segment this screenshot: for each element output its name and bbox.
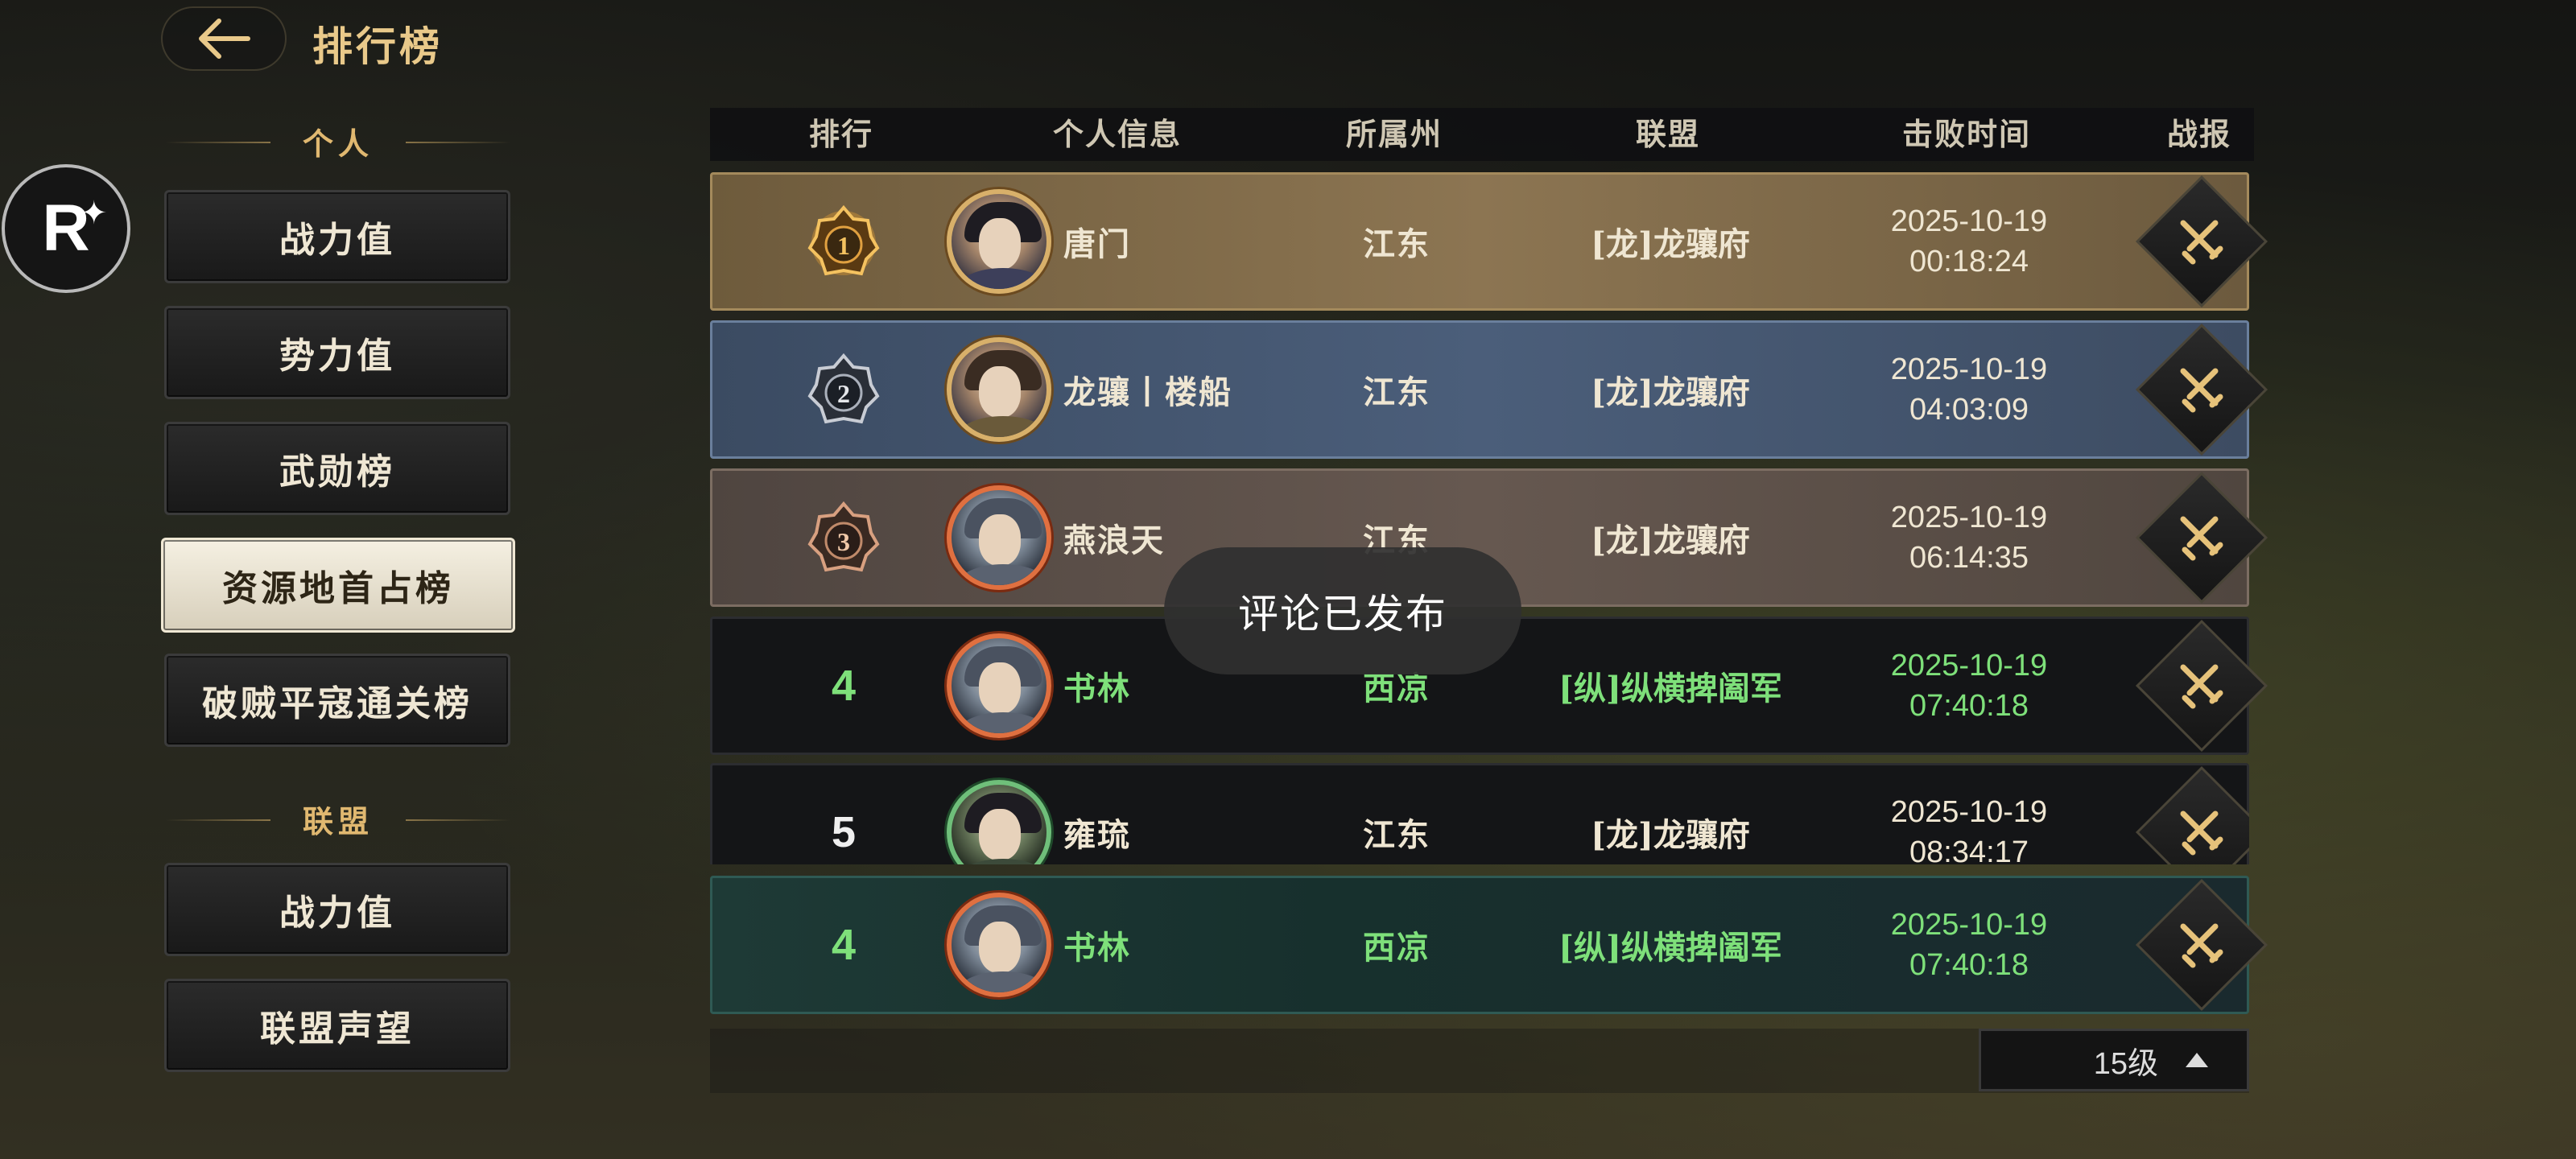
table-row[interactable]: 2 龙骧丨楼船 江东 [龙]龙骧府 2025-10-19 04:03:09 [710,320,2268,459]
defeat-clock: 00:18:24 [1909,245,2029,278]
defeat-date: 2025-10-19 [1890,353,2048,386]
report-button[interactable] [2105,765,2249,864]
player-alliance: [纵]纵横捭阖军 [1558,929,1782,967]
svg-text:2: 2 [837,379,850,408]
menu-item-alliance-power[interactable]: 战力值 [164,863,510,956]
table-header: 排行 个人信息 所属州 联盟 击败时间 战报 [710,108,2254,161]
col-profile: 个人信息 [1052,116,1182,152]
medal-1-icon: 1 [807,204,880,276]
arrow-left-icon [199,19,250,59]
r-sparkle-icon[interactable]: R ✦ [2,164,130,293]
defeat-time: 2025-10-19 04:03:09 [1812,323,2126,456]
defeat-clock: 07:40:18 [1909,948,2029,982]
menu-item-bandit-clear[interactable]: 破贼平寇通关榜 [164,654,510,747]
player-alliance: [纵]纵横捭阖军 [1558,670,1782,707]
medal-2-icon: 2 [807,353,880,424]
defeat-time: 2025-10-19 06:14:35 [1812,471,2126,604]
rank-value: 4 [831,662,857,710]
player-avatar[interactable] [943,323,1055,456]
menu-item-alliance-prestige[interactable]: 联盟声望 [164,979,510,1072]
player-state: 西凉 [1363,929,1430,967]
col-rank: 排行 [808,116,873,152]
medal-3-icon: 3 [807,501,880,572]
toast-message: 评论已发布 [1164,547,1521,674]
defeat-clock: 06:14:35 [1909,541,2029,575]
defeat-time: 2025-10-19 07:40:18 [1812,619,2126,753]
crossed-swords-icon [2180,664,2223,709]
rank-medal-gold: 1 [712,175,975,308]
player-state: 江东 [1363,373,1430,411]
col-report: 战报 [2166,116,2231,152]
player-alliance: [龙]龙骧府 [1591,816,1750,854]
col-alliance: 联盟 [1635,116,1700,152]
player-name: 雍琉 [1063,816,1131,854]
player-state: 江东 [1363,225,1430,263]
menu-item-merit[interactable]: 武勋榜 [164,422,510,515]
report-button[interactable] [2105,878,2298,1012]
defeat-time: 2025-10-19 07:40:18 [1812,878,2126,1012]
player-alliance: [龙]龙骧府 [1591,522,1750,559]
report-button[interactable] [2105,175,2298,308]
level-dropdown[interactable]: 15级 [1979,1029,2249,1091]
rank-value: 5 [831,808,857,856]
crossed-swords-icon [2180,810,2223,856]
section-label-personal: 个人 [166,119,510,163]
menu-item-resource-first[interactable]: 资源地首占榜 [161,538,515,633]
svg-text:1: 1 [837,231,850,260]
crossed-swords-icon [2180,220,2223,265]
rank-number: 5 [712,765,975,864]
player-name: 龙骧丨楼船 [1063,373,1232,411]
row-clip-area: 5 雍琉 江东 [龙]龙骧府 2025-10-19 08:34:17 [710,763,2249,864]
player-avatar[interactable] [943,765,1055,864]
defeat-date: 2025-10-19 [1890,649,2048,683]
my-rank-row[interactable]: 4 书林 西凉 [纵]纵横捭阖军 2025-10-19 07:40:18 [710,876,2268,1014]
player-alliance: [龙]龙骧府 [1591,225,1750,263]
col-defeat-time: 击败时间 [1901,116,2031,152]
crossed-swords-icon [2180,368,2223,413]
rank-medal-bronze: 3 [712,471,975,604]
defeat-clock: 08:34:17 [1909,835,2029,864]
defeat-clock: 07:40:18 [1909,689,2029,723]
page-title: 排行榜 [312,23,443,70]
rank-number: 4 [712,619,975,753]
rank-medal-silver: 2 [712,323,975,456]
defeat-time: 2025-10-19 08:34:17 [1812,765,2126,864]
player-name: 唐门 [1063,225,1131,263]
menu-item-influence[interactable]: 势力值 [164,306,510,399]
defeat-date: 2025-10-19 [1890,908,2048,942]
crossed-swords-icon [2180,923,2223,968]
player-avatar[interactable] [943,471,1055,604]
player-state: 江东 [1363,816,1430,854]
report-button[interactable] [2105,619,2298,753]
svg-text:3: 3 [837,527,850,556]
menu-item-personal-power[interactable]: 战力值 [164,190,510,283]
player-avatar[interactable] [943,878,1055,1012]
defeat-date: 2025-10-19 [1890,501,2048,534]
player-name: 书林 [1063,929,1131,967]
defeat-clock: 04:03:09 [1909,393,2029,427]
crossed-swords-icon [2180,516,2223,561]
report-button[interactable] [2105,323,2298,456]
defeat-date: 2025-10-19 [1890,204,2048,238]
col-state: 所属州 [1345,116,1443,152]
player-avatar[interactable] [943,175,1055,308]
table-row[interactable]: 1 唐门 江东 [龙]龙骧府 2025-10-19 00:18:24 [710,172,2268,311]
report-button[interactable] [2105,471,2298,604]
triangle-up-icon [2186,1053,2208,1067]
player-alliance: [龙]龙骧府 [1591,373,1750,411]
table-row[interactable]: 5 雍琉 江东 [龙]龙骧府 2025-10-19 08:34:17 [710,763,2249,864]
player-avatar[interactable] [943,619,1055,753]
defeat-date: 2025-10-19 [1890,795,2048,829]
defeat-time: 2025-10-19 00:18:24 [1812,175,2126,308]
rank-number: 4 [712,878,975,1012]
level-value: 15级 [2093,1046,2158,1081]
back-button[interactable] [161,6,287,71]
section-label-alliance: 联盟 [166,797,510,841]
rank-value: 4 [831,921,857,969]
